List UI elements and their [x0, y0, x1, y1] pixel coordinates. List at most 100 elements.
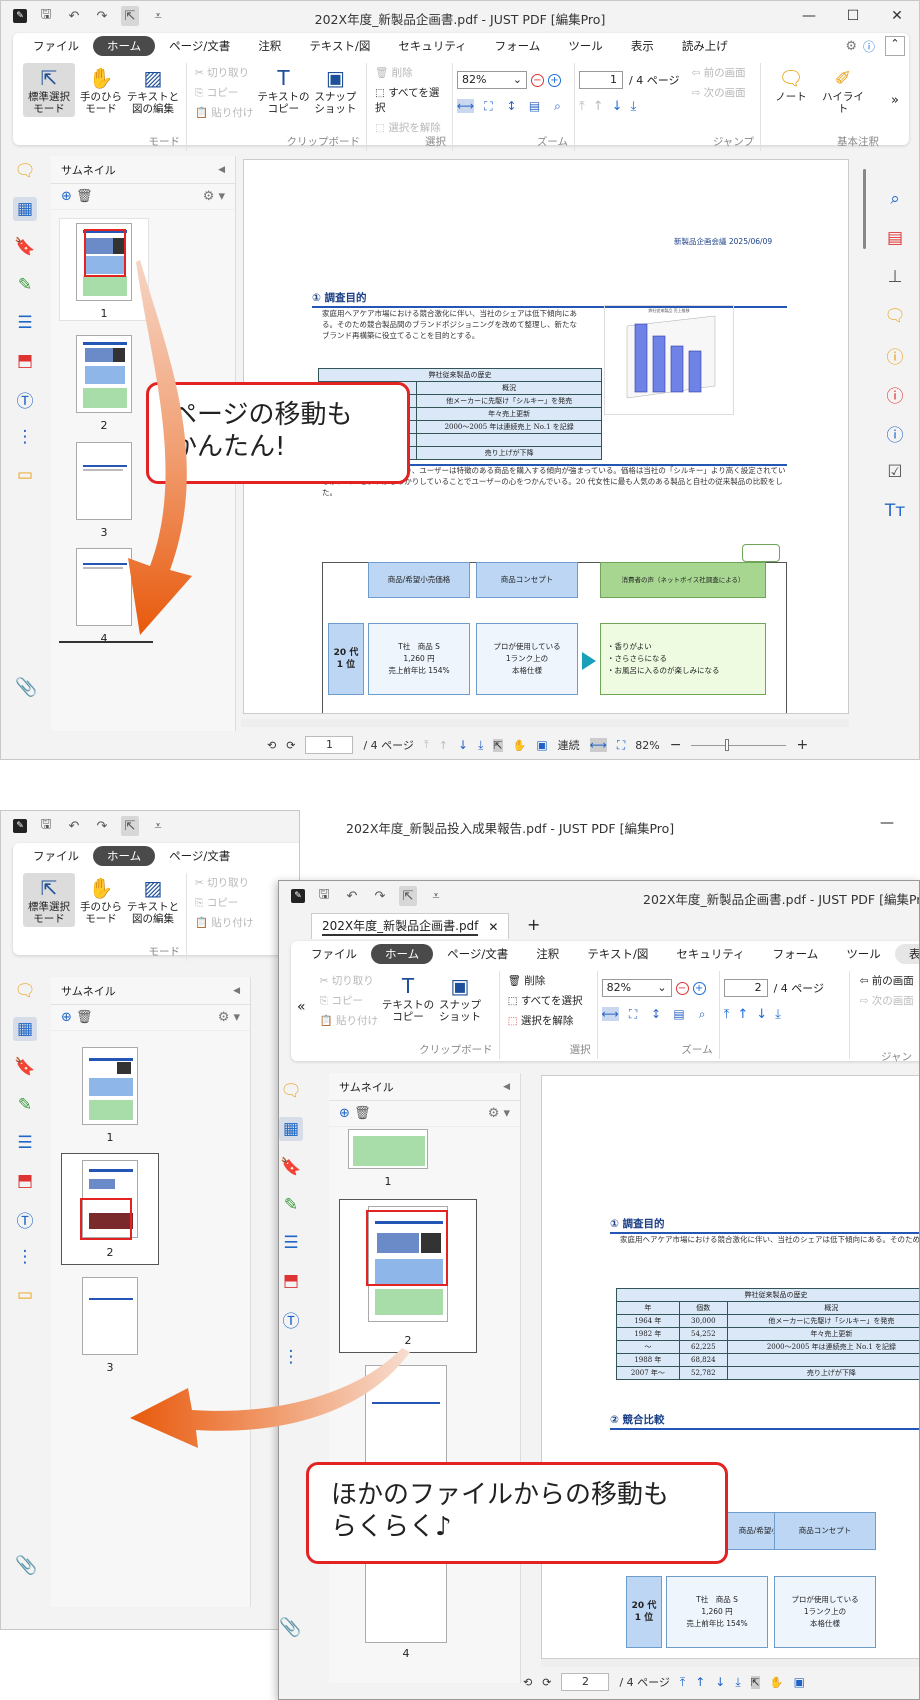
text-box-icon[interactable]: Ⓣ — [13, 1207, 37, 1232]
attachment-tag-icon[interactable]: ⬒ — [13, 349, 37, 373]
thumbnail-item[interactable]: 1 — [65, 1043, 155, 1144]
close-tab-icon[interactable]: ✕ — [488, 920, 498, 934]
tab-file[interactable]: ファイル — [297, 944, 371, 964]
text-copy-button[interactable]: T テキストの コピー — [257, 63, 309, 115]
tab-annotation[interactable]: 注釈 — [522, 944, 573, 964]
text-box-icon[interactable]: Ⓣ — [279, 1307, 303, 1332]
close-button[interactable]: ✕ — [875, 1, 919, 31]
prev-page-icon[interactable]: ↑ — [737, 1007, 748, 1022]
tab-page-document[interactable]: ページ/文書 — [155, 36, 244, 56]
bookmark-icon[interactable]: 🔖 — [279, 1155, 303, 1179]
status-zoom-in-icon[interactable]: + — [796, 737, 808, 753]
redo-icon[interactable]: ↷ — [371, 886, 389, 906]
panel-collapse-icon[interactable]: ◀ — [503, 1082, 510, 1092]
cut-button[interactable]: ✂ 切り取り — [320, 973, 378, 988]
page-number-input[interactable]: 2 — [723, 979, 768, 997]
ribbon-more-icon[interactable]: » — [891, 93, 899, 151]
status-first-icon[interactable]: ⤒ — [424, 738, 429, 752]
status-prev-icon[interactable]: ↑ — [439, 739, 448, 752]
maximize-button[interactable]: ☐ — [831, 1, 875, 31]
last-page-icon[interactable]: ⤓ — [775, 1007, 781, 1022]
copy-button[interactable]: ⎘ コピー — [195, 895, 253, 910]
undo-icon[interactable]: ↶ — [65, 816, 83, 836]
status-prev-icon[interactable]: ↑ — [695, 1675, 705, 1689]
collapse-ribbon-button[interactable]: ⌃ — [885, 36, 905, 56]
tab-security[interactable]: セキュリティ — [384, 36, 480, 56]
thumbnail-icon[interactable]: ▦ — [13, 197, 37, 221]
thumbnail-icon[interactable]: ▦ — [13, 1017, 37, 1041]
layers-icon[interactable]: ☰ — [13, 1131, 37, 1155]
first-page-icon[interactable]: ⤒ — [724, 1007, 730, 1022]
tab-view[interactable]: 表示 — [894, 944, 919, 964]
status-select-icon[interactable]: ⇱ — [750, 1675, 760, 1689]
fit-height-icon[interactable]: ↕ — [648, 1007, 665, 1021]
tab-form[interactable]: フォーム — [759, 944, 833, 964]
fit-page-icon[interactable]: ⛶ — [625, 1007, 642, 1021]
panel-collapse-icon[interactable]: ◀ — [233, 986, 240, 996]
cut-button[interactable]: ✂ 切り取り — [195, 875, 253, 890]
panel-settings-icon[interactable]: ⚙ ▾ — [488, 1106, 510, 1121]
zoom-in-icon[interactable]: + — [548, 73, 561, 87]
comment-list-icon[interactable]: 🗨 — [13, 979, 37, 1003]
next-page-icon[interactable]: ↓ — [612, 99, 623, 114]
delete-button[interactable]: 🗑 削除 — [508, 973, 583, 988]
status-last-icon[interactable]: ⤓ — [478, 738, 483, 753]
next-view-button[interactable]: ⇨ 次の画面 — [860, 993, 914, 1008]
file-tab[interactable]: 202X年度_新製品企画書.pdf ✕ — [311, 913, 510, 939]
comment-info-icon[interactable]: ⓘ — [883, 343, 907, 368]
fit-height-icon[interactable]: ↕ — [503, 99, 520, 113]
tab-tools[interactable]: ツール — [832, 944, 895, 964]
status-next-icon[interactable]: ↓ — [458, 738, 468, 752]
prev-view-button[interactable]: ⇦ 前の画面 — [691, 65, 745, 80]
bookmark-icon[interactable]: 🔖 — [13, 1055, 37, 1079]
status-snapshot-icon[interactable]: ▣ — [794, 1675, 805, 1689]
zoom-out-icon[interactable]: − — [675, 981, 689, 995]
structure-icon[interactable]: ⋮ — [13, 1245, 37, 1269]
select-all-button[interactable]: ⬚ すべてを選択 — [508, 993, 583, 1008]
tab-file[interactable]: ファイル — [19, 36, 93, 56]
fit-content-icon[interactable]: ▤ — [671, 1007, 688, 1021]
panel-settings-icon[interactable]: ⚙ ▾ — [203, 189, 225, 204]
paperclip-icon[interactable]: 📎 — [15, 677, 37, 698]
undo-icon[interactable]: ↶ — [343, 886, 361, 906]
tab-annotation[interactable]: 注釈 — [244, 36, 295, 56]
status-hand-icon[interactable]: ✋ — [513, 739, 527, 752]
help-icon[interactable]: ⓘ — [863, 38, 875, 55]
copy-button[interactable]: ⎘ コピー — [320, 993, 378, 1008]
rotate-right-icon[interactable]: ⟳ — [286, 739, 295, 752]
document-view[interactable]: ① 調査目的 家庭用ヘアケア市場における競合激化に伴い、当社のシェアは低下傾向に… — [541, 1075, 919, 1659]
tab-text-figure[interactable]: テキスト/図 — [295, 36, 384, 56]
prev-page-icon[interactable]: ↑ — [593, 99, 604, 114]
fit-width-icon[interactable]: ⟷ — [457, 99, 474, 113]
zoom-area-icon[interactable]: ⌕ — [694, 1007, 711, 1021]
customize-icon[interactable]: ⩡ — [427, 886, 445, 906]
snapshot-button[interactable]: ▣ スナップ ショット — [434, 971, 486, 1023]
deselect-button[interactable]: ⬚ 選択を解除 — [508, 1013, 583, 1028]
tab-form[interactable]: フォーム — [481, 36, 555, 56]
fit-width-icon[interactable]: ⟷ — [601, 1007, 619, 1021]
text-edit-button[interactable]: ▨ テキストと 図の編集 — [127, 873, 179, 925]
zoom-in-icon[interactable]: + — [692, 981, 706, 995]
tab-home[interactable]: ホーム — [93, 36, 156, 56]
minimize-button[interactable]: — — [787, 1, 831, 31]
insert-page-icon[interactable]: ⊕ 🗑 — [339, 1106, 371, 1121]
zoom-select[interactable]: 82% ⌄ — [457, 71, 527, 89]
paste-button[interactable]: 📋 貼り付け — [320, 1013, 378, 1028]
bookmark-icon[interactable]: 🔖 — [13, 235, 37, 259]
horizontal-scrollbar[interactable] — [541, 1659, 919, 1667]
tag-info-icon[interactable]: ⓘ — [883, 382, 907, 407]
ribbon-scroll-left-icon[interactable]: « — [297, 999, 306, 1059]
attachment-tag-icon[interactable]: ⬒ — [13, 1169, 37, 1193]
checklist-icon[interactable]: ☑ — [883, 460, 907, 484]
font-icon[interactable]: Tт — [883, 499, 907, 523]
rotate-left-icon[interactable]: ⟲ — [267, 739, 276, 752]
page-number-input[interactable]: 1 — [579, 71, 623, 89]
redo-icon[interactable]: ↷ — [93, 816, 111, 836]
hand-mode-button[interactable]: ✋ 手のひら モード — [75, 63, 127, 115]
tab-read-aloud[interactable]: 読み上げ — [668, 36, 742, 56]
thumbnail-item-selected[interactable]: 2 — [339, 1199, 477, 1353]
search-icon[interactable]: ⌕ — [883, 187, 907, 211]
copy-button[interactable]: ⎘ コピー — [195, 85, 253, 100]
status-snapshot-icon[interactable]: ▣ — [536, 738, 547, 752]
paperclip-icon[interactable]: 📎 — [279, 1617, 301, 1638]
